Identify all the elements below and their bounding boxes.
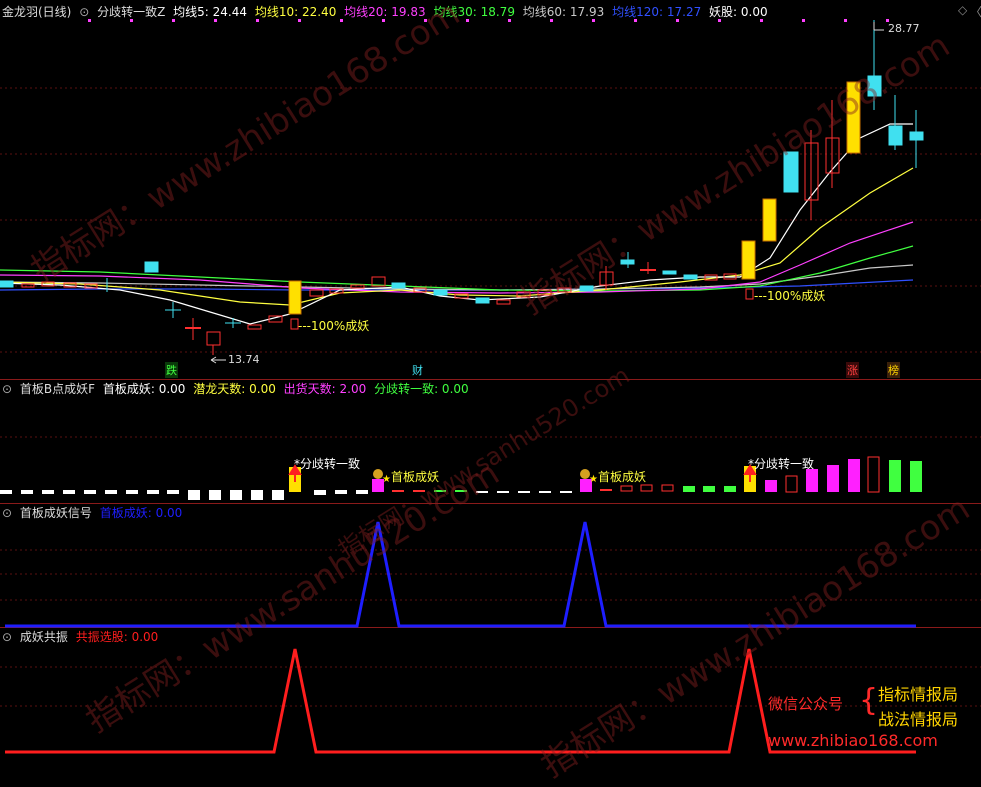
b-marker-left (290, 318, 299, 330)
marker-bang: 榜 (887, 362, 900, 378)
svg-text:★: ★ (589, 474, 598, 485)
marker-zhang: 涨 (846, 362, 859, 378)
price-low-label: 13.74 (228, 353, 260, 366)
marker-die: 跌 (165, 362, 178, 378)
price-low-marker (210, 356, 226, 364)
price-high-marker (873, 22, 884, 31)
annot-100-left: ---100%成妖 (298, 319, 370, 333)
top-dot-row (88, 19, 889, 22)
ad-brace-icon: { (859, 683, 879, 718)
ad-url[interactable]: www.zhibiao168.com (768, 731, 938, 750)
marker-cai: 财 (412, 364, 423, 377)
svg-text:★: ★ (382, 474, 391, 485)
p2-sig-sb2: 首板成妖 (598, 470, 647, 484)
ad-label: 微信公众号 (768, 695, 844, 713)
ad-line2: 战法情报局 (878, 710, 959, 729)
annot-100-right: ---100%成妖 (754, 289, 826, 303)
ad-block: 微信公众号 { 指标情报局 战法情报局 www.zhibiao168.com (768, 681, 978, 753)
p2-sig-fz2: *分歧转一致 (748, 457, 815, 471)
p2-sig-fz1: *分歧转一致 (294, 457, 361, 471)
b-marker-right (745, 288, 754, 300)
ad-line1: 指标情报局 (878, 685, 959, 704)
